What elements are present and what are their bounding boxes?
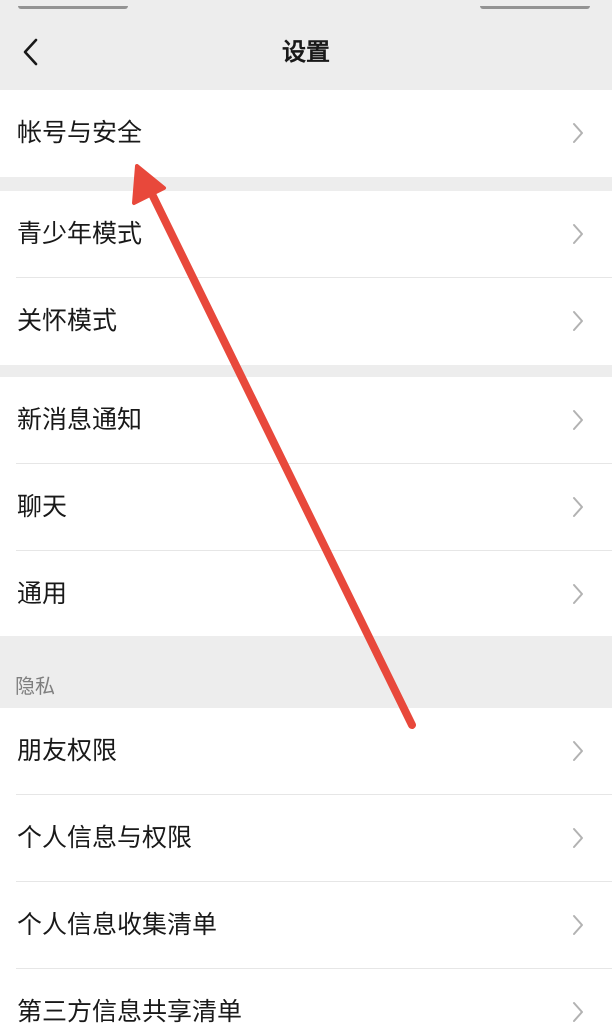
settings-item-teen-mode[interactable]: 青少年模式 xyxy=(0,191,612,278)
settings-item-care-mode[interactable]: 关怀模式 xyxy=(0,278,612,365)
settings-item-general[interactable]: 通用 xyxy=(0,551,612,638)
status-bar-left-indicators xyxy=(18,0,128,9)
settings-item-new-message-notification[interactable]: 新消息通知 xyxy=(0,377,612,464)
chevron-right-icon xyxy=(573,410,583,430)
page-title: 设置 xyxy=(282,38,330,66)
settings-group-modes: 青少年模式 关怀模式 xyxy=(0,191,612,365)
chevron-right-icon xyxy=(573,741,583,761)
settings-item-label: 青少年模式 xyxy=(17,219,143,248)
chevron-right-icon xyxy=(573,224,583,244)
status-bar-right-indicators xyxy=(480,0,590,9)
settings-group-privacy: 朋友权限 个人信息与权限 个人信息收集清单 第三方信息共享清单 xyxy=(0,708,612,1029)
settings-item-personal-info-collection-list[interactable]: 个人信息收集清单 xyxy=(0,882,612,969)
chevron-right-icon xyxy=(573,123,583,143)
chevron-right-icon xyxy=(573,915,583,935)
settings-item-personal-info-permissions[interactable]: 个人信息与权限 xyxy=(0,795,612,882)
chevron-right-icon xyxy=(573,311,583,331)
settings-group-account: 帐号与安全 xyxy=(0,90,612,177)
chevron-right-icon xyxy=(573,584,583,604)
settings-item-label: 个人信息收集清单 xyxy=(17,910,218,939)
settings-item-third-party-sharing-list[interactable]: 第三方信息共享清单 xyxy=(0,969,612,1029)
settings-item-label: 关怀模式 xyxy=(17,306,118,335)
status-bar xyxy=(0,0,612,14)
section-header-label: 隐私 xyxy=(15,674,55,698)
back-button[interactable] xyxy=(0,14,60,90)
chevron-left-icon xyxy=(23,38,38,66)
settings-item-label: 帐号与安全 xyxy=(17,118,143,147)
settings-item-account-security[interactable]: 帐号与安全 xyxy=(0,90,612,177)
settings-item-label: 第三方信息共享清单 xyxy=(17,997,243,1026)
section-header-privacy: 隐私 xyxy=(0,636,612,708)
chevron-right-icon xyxy=(573,497,583,517)
settings-item-label: 新消息通知 xyxy=(17,405,143,434)
chevron-right-icon xyxy=(573,828,583,848)
chevron-right-icon xyxy=(573,1002,583,1022)
settings-item-label: 聊天 xyxy=(17,492,68,521)
navigation-bar: 设置 xyxy=(0,14,612,90)
settings-item-label: 个人信息与权限 xyxy=(17,823,193,852)
settings-item-label: 通用 xyxy=(17,579,68,608)
settings-item-chat[interactable]: 聊天 xyxy=(0,464,612,551)
settings-group-general: 新消息通知 聊天 通用 xyxy=(0,377,612,638)
settings-item-friend-permissions[interactable]: 朋友权限 xyxy=(0,708,612,795)
settings-item-label: 朋友权限 xyxy=(17,736,118,765)
